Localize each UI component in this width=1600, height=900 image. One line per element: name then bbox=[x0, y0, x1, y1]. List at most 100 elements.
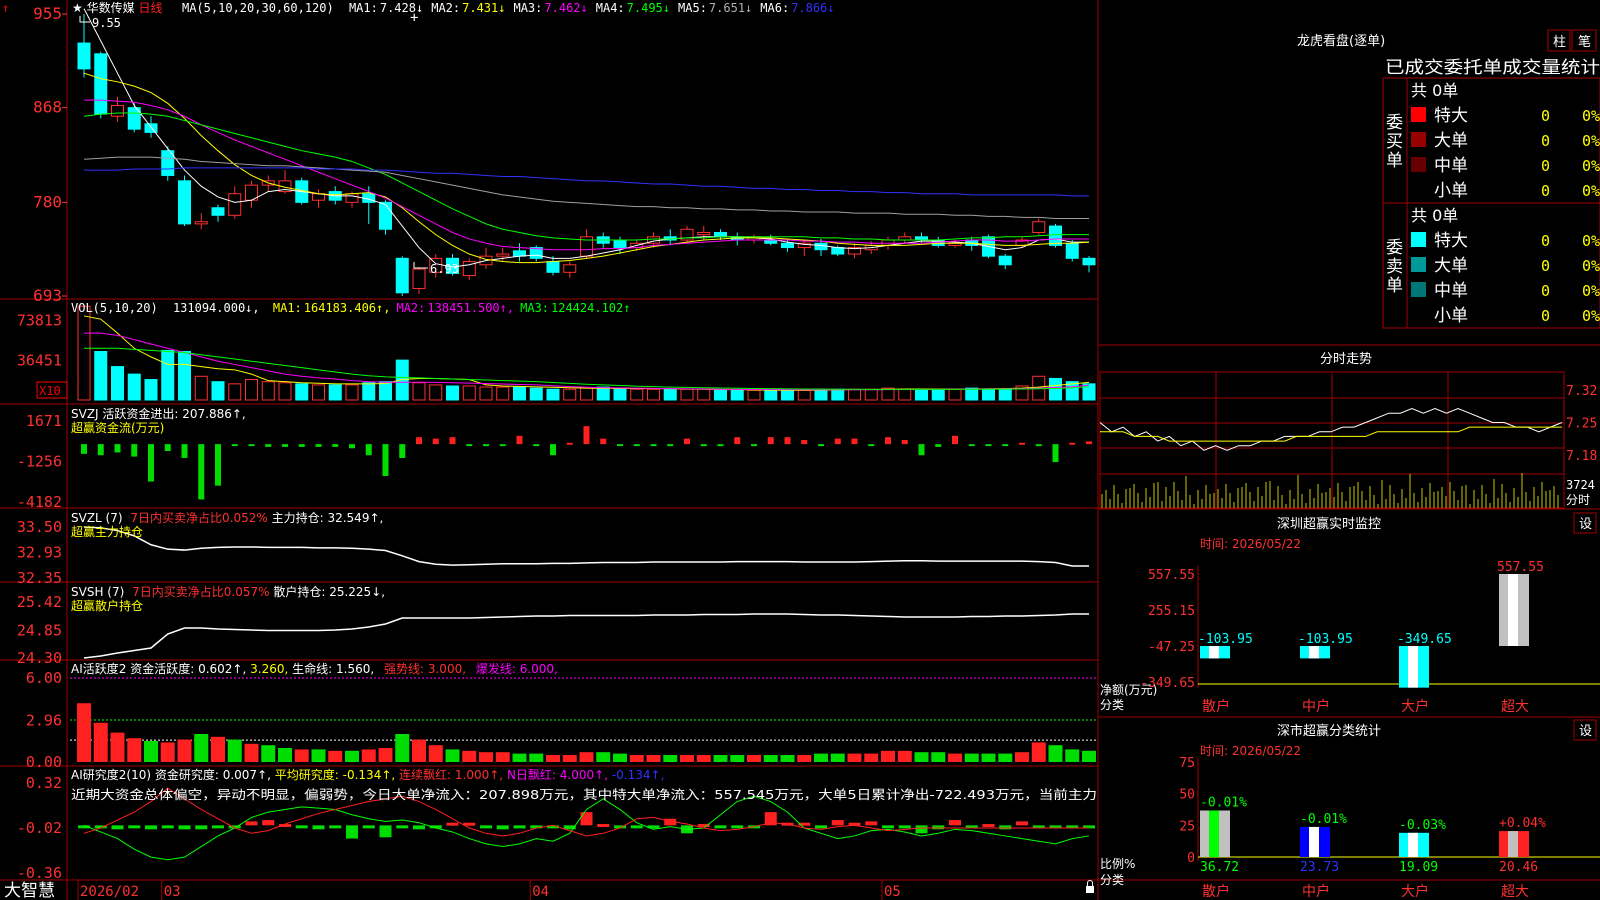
order-row: 大单 0 0% bbox=[1411, 131, 1600, 151]
ma-value: 7.866↓ bbox=[791, 1, 834, 15]
fund-flow-bar bbox=[885, 437, 891, 445]
sz-class-title: 深市超赢分类统计 bbox=[1277, 723, 1381, 739]
ai-research-bar bbox=[1016, 821, 1028, 826]
svzj-line1: SVZJ 活跃资金进出: 207.886↑, bbox=[71, 406, 246, 421]
svg-text:SVSH (7) 7日内买卖净占比0.057%: SVSH (7) 7日内买卖净占比0.057% 散户持仓: 25.225↓, bbox=[71, 584, 385, 599]
fund-flow-bar bbox=[851, 438, 858, 445]
vol-unit: X10 bbox=[39, 384, 61, 398]
fund-flow-bar bbox=[1069, 442, 1076, 445]
sz-class-category-label: 散户 bbox=[1202, 883, 1230, 900]
sz-class-tick-label: 0 bbox=[1187, 851, 1195, 866]
fund-flow-bar bbox=[181, 444, 188, 458]
candle bbox=[1082, 256, 1096, 273]
candle bbox=[395, 256, 409, 296]
volume-bar bbox=[446, 385, 459, 401]
side-label-char: 卖 bbox=[1386, 257, 1403, 277]
price-panel[interactable]: ↑ 955 868 780 693 9.55 6.93 ★ 华数传媒 日线 MA(5,… bbox=[2, 0, 1096, 305]
volume-bar bbox=[714, 389, 727, 401]
ai-research-bar bbox=[513, 825, 526, 829]
ai-activity-bar bbox=[378, 748, 393, 762]
fund-flow-bar bbox=[483, 444, 489, 447]
sz-class-value-label: 36.72 bbox=[1200, 860, 1239, 875]
volume-ma-line-ma3 bbox=[84, 347, 1090, 390]
order-pct: 0% bbox=[1582, 157, 1600, 175]
candle-body bbox=[395, 257, 409, 294]
ai-research-bar bbox=[413, 825, 425, 830]
sz-class-category-label: 大户 bbox=[1401, 883, 1429, 900]
fund-flow-bar bbox=[952, 435, 958, 445]
order-count: 0 bbox=[1541, 157, 1550, 175]
candle bbox=[462, 258, 476, 280]
candle-body bbox=[1065, 242, 1079, 259]
sz-class-tick-label: 75 bbox=[1179, 756, 1195, 771]
ai-research-bar bbox=[714, 825, 727, 829]
svg-text:SVZL (7) 7日内买卖净占比0.052%: SVZL (7) 7日内买卖净占比0.052% 主力持仓: 32.549↑, bbox=[71, 510, 383, 525]
fund-flow-bar bbox=[148, 444, 154, 482]
candle-body bbox=[412, 268, 426, 289]
volume-bar bbox=[245, 379, 258, 401]
stock-name: 华数传媒 bbox=[87, 0, 135, 15]
candle bbox=[379, 200, 392, 235]
ai-activity-bar bbox=[361, 749, 376, 762]
fund-flow-panel[interactable]: 1671 -1256 -4182 SVZJ 活跃资金进出: 207.886↑, 超赢… bbox=[17, 406, 1092, 511]
ai-research-bar bbox=[396, 825, 409, 829]
sz-class-ylabel-ratio: 比例% bbox=[1100, 857, 1135, 871]
ai-research-bar bbox=[346, 825, 358, 839]
candle bbox=[998, 254, 1012, 270]
ai-activity-bar bbox=[395, 734, 410, 762]
ai-activity-bar bbox=[127, 738, 142, 762]
ai-activity-bar bbox=[227, 739, 242, 762]
candle-body bbox=[513, 250, 526, 257]
ai-activity-panel[interactable]: 6.00 2.96 0.00 AI活跃度2 资金活跃度: 0.602↑, 3.260… bbox=[26, 661, 1098, 771]
sz-monitor-panel[interactable]: 深圳超赢实时监控 设 时间: 2026/05/22 557.55 255.15 -4… bbox=[1100, 512, 1600, 715]
retail-holding-panel[interactable]: 25.42 24.85 24.30 SVSH (7) 7日内买卖净占比0.057% … bbox=[17, 584, 1089, 667]
vol-tick-label: 73813 bbox=[17, 311, 62, 329]
volume-bar bbox=[781, 389, 794, 401]
svzl-hold: 主力持仓: 32.549↑, bbox=[272, 510, 384, 525]
ai-research-bar bbox=[295, 825, 308, 829]
order-count: 0 bbox=[1541, 182, 1550, 200]
sz-monitor-bar-highlight bbox=[1209, 646, 1219, 659]
volume-panel[interactable]: 73813 36451 VOL(5,10,20) 131094.000↓, MA1… bbox=[17, 301, 1096, 401]
svsh-ratio: 7日内买卖净占比0.057% bbox=[132, 584, 269, 599]
main-holding-panel[interactable]: 33.50 32.93 32.35 SVZL (7) 7日内买卖净占比0.052% … bbox=[17, 510, 1089, 587]
sz-class-chart: 75 50 25 0 -0.01% 36.72 散户 -0.01% 23.73 中户 -0.03% 1… bbox=[1179, 756, 1600, 900]
fund-flow-bar bbox=[164, 444, 171, 452]
ai-activity-bar bbox=[964, 753, 979, 762]
fund-flow-bar bbox=[600, 438, 607, 445]
low-arrow bbox=[413, 262, 428, 269]
fund-flow-bar bbox=[751, 444, 757, 447]
ai-research-panel[interactable]: 0.32 -0.02 -0.36 AI研究度2(10) 资金研究度: 0.007↑,… bbox=[17, 767, 1097, 882]
volume-bar bbox=[479, 386, 493, 401]
ma-value: 7.462↓ bbox=[544, 1, 587, 15]
intraday-lines bbox=[1099, 408, 1563, 451]
sz-class-ylabel-cat: 分类 bbox=[1100, 873, 1124, 887]
ai-activity-bar bbox=[847, 753, 862, 762]
ai-activity-bar bbox=[981, 753, 996, 762]
volume-y-ticks: 73813 36451 bbox=[17, 311, 62, 369]
ai-activity-bar bbox=[881, 750, 895, 762]
ai-activity-bar bbox=[328, 750, 343, 762]
air-title: AI研究度2(10) bbox=[71, 767, 151, 782]
price-ma-line-ma1 bbox=[83, 8, 1089, 268]
candle bbox=[412, 266, 426, 294]
ma-params: MA(5,10,20,30,60,120) bbox=[182, 1, 334, 15]
side-label-char: 单 bbox=[1386, 151, 1403, 171]
intraday-tick-label: 7.32 bbox=[1566, 384, 1597, 399]
fund-flow-bar bbox=[97, 444, 104, 456]
price-y-ticks: 955 868 780 693 bbox=[33, 4, 67, 305]
volume-bar bbox=[295, 383, 309, 401]
volume-bar bbox=[462, 385, 476, 401]
volume-bar bbox=[797, 389, 811, 401]
ai-research-bar bbox=[898, 825, 911, 829]
sz-monitor-bar-highlight bbox=[1508, 574, 1518, 646]
intraday-panel[interactable]: 分时走势 7.32 7.25 7.18 3724 分时 bbox=[1099, 351, 1597, 509]
dragon-tiger-panel[interactable]: 龙虎看盘(逐单) 柱 笔 已成交委托单成交量统计 共 0单 共 0单 委买单 委… bbox=[1297, 29, 1600, 329]
fund-flow-bar bbox=[566, 442, 573, 445]
order-count: 0 bbox=[1541, 132, 1550, 150]
candle-body bbox=[194, 221, 208, 225]
ai-research-y-ticks: 0.32 -0.02 -0.36 bbox=[17, 774, 62, 882]
sz-class-panel[interactable]: 深市超赢分类统计 设 时间: 2026/05/22 75 50 25 0 -0.01% 3… bbox=[1100, 719, 1600, 900]
volume-bar bbox=[982, 388, 995, 401]
svsh-prefix: SVSH (7) bbox=[71, 585, 124, 599]
